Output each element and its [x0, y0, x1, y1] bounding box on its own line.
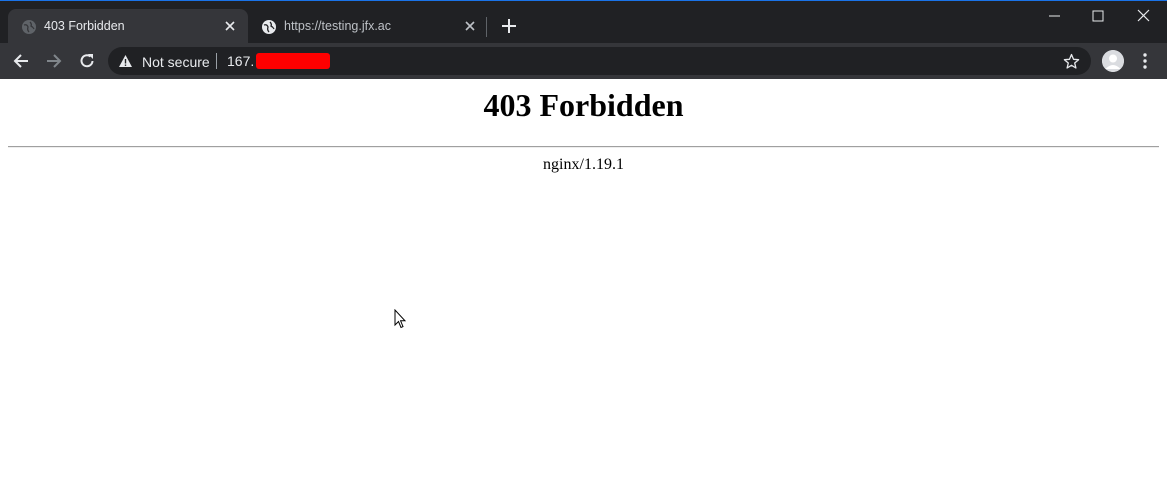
not-secure-label[interactable]: Not secure	[142, 54, 210, 70]
browser-toolbar: Not secure 167.	[0, 43, 1167, 79]
tab-title: 403 Forbidden	[44, 19, 125, 33]
close-tab-icon[interactable]	[462, 18, 478, 34]
server-signature: nginx/1.19.1	[543, 156, 624, 173]
tab-403-forbidden[interactable]: 403 Forbidden	[8, 9, 248, 44]
close-window-icon[interactable]	[1134, 7, 1154, 25]
back-arrow-icon[interactable]	[11, 51, 31, 71]
profile-person-icon	[1102, 50, 1124, 72]
more-menu-icon[interactable]	[1138, 51, 1152, 71]
redaction-box	[256, 53, 330, 69]
globe-icon	[22, 20, 36, 34]
reload-icon[interactable]	[77, 51, 97, 71]
mouse-cursor-icon	[394, 309, 406, 329]
globe-icon	[262, 20, 276, 34]
close-tab-icon[interactable]	[222, 18, 238, 34]
bookmark-star-icon[interactable]	[1063, 53, 1080, 70]
address-bar[interactable]: Not secure 167.	[108, 47, 1091, 75]
forward-arrow-icon[interactable]	[44, 51, 64, 71]
maximize-icon[interactable]	[1088, 7, 1108, 25]
minimize-icon[interactable]	[1045, 7, 1065, 25]
page-divider	[8, 146, 1159, 148]
profile-avatar[interactable]	[1102, 50, 1124, 72]
page-title: 403 Forbidden	[483, 87, 684, 123]
new-tab-plus-icon[interactable]	[499, 16, 519, 36]
tab-title: https://testing.jfx.ac	[284, 19, 391, 33]
warning-triangle-icon[interactable]	[118, 54, 133, 68]
browser-title-bar: 403 Forbidden https://testing.jfx.ac	[0, 0, 1167, 44]
tab-separator	[486, 17, 487, 37]
omnibox-divider	[216, 53, 217, 69]
tab-testing-jfx[interactable]: https://testing.jfx.ac	[248, 9, 488, 44]
url-text[interactable]: 167.	[227, 53, 254, 69]
